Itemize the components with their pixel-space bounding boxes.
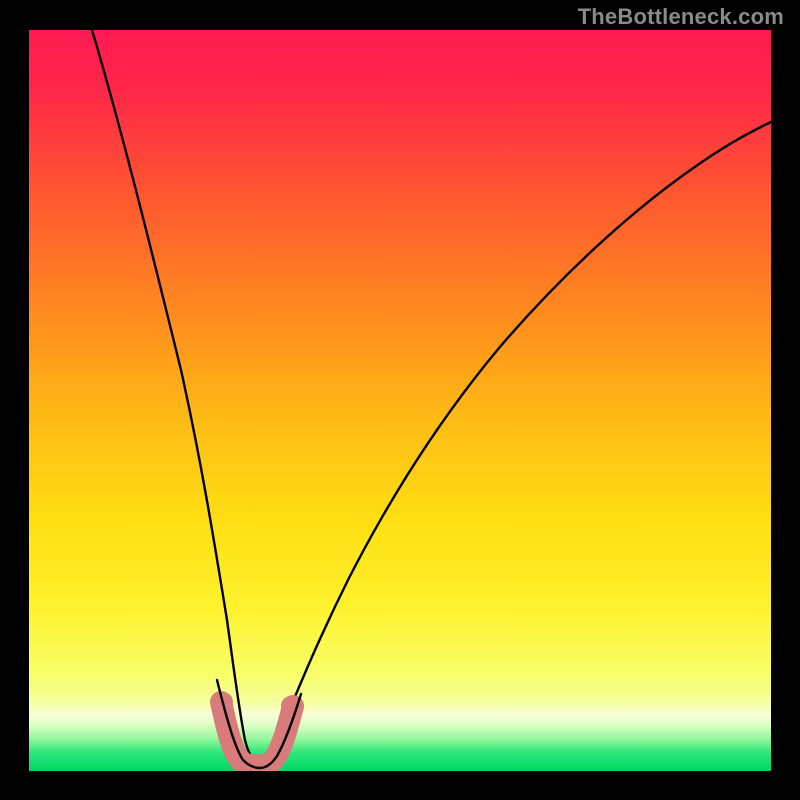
plot-area — [29, 30, 771, 771]
highlight-band — [213, 692, 301, 765]
bottleneck-curve — [29, 30, 771, 771]
watermark-text: TheBottleneck.com — [578, 4, 784, 30]
chart-frame: TheBottleneck.com — [0, 0, 800, 800]
